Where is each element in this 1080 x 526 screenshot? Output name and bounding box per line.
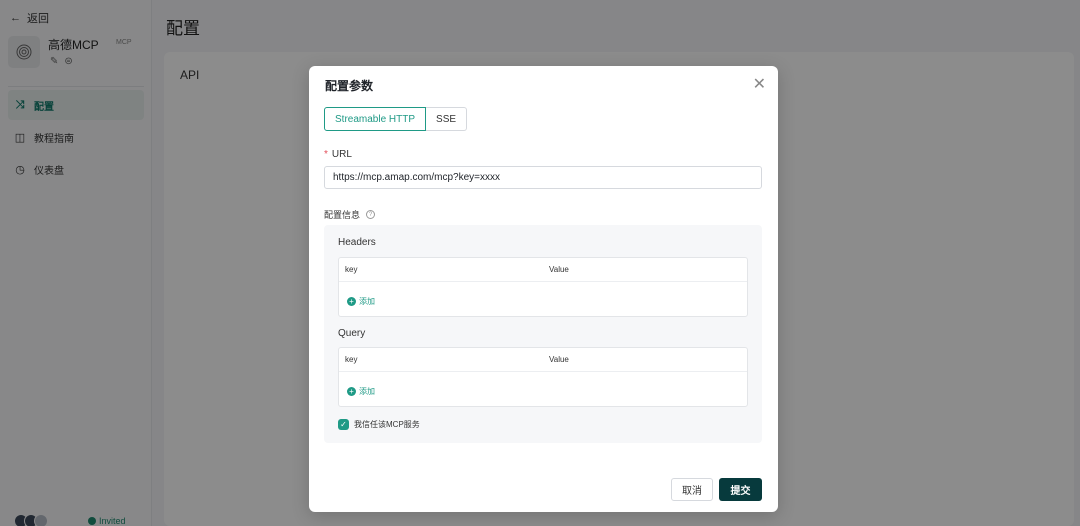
config-info-box: Headers key Value + 添加 Query key Value +… — [324, 225, 762, 443]
add-label: 添加 — [359, 297, 375, 306]
value-column-header: Value — [549, 265, 569, 274]
help-icon[interactable]: ? — [366, 210, 376, 219]
required-asterisk: * — [324, 149, 328, 160]
table-header: key Value — [339, 258, 747, 282]
query-title: Query — [338, 328, 366, 339]
tab-sse[interactable]: SSE — [426, 107, 468, 131]
modal-title: 配置参数 — [325, 79, 374, 93]
trust-label: 我信任该MCP服务 — [354, 420, 420, 429]
plus-icon: + — [347, 387, 356, 396]
tab-streamable-http[interactable]: Streamable HTTP — [324, 107, 427, 131]
config-info-label: 配置信息 ? — [324, 208, 376, 221]
key-column-header: key — [345, 265, 358, 274]
url-label: * URL — [324, 149, 352, 160]
config-modal: 配置参数 ✕ Streamable HTTP SSE * URL https://… — [309, 66, 778, 512]
headers-title: Headers — [338, 237, 376, 248]
key-column-header: key — [345, 355, 358, 364]
transport-tabs: Streamable HTTP SSE — [324, 107, 468, 131]
value-column-header: Value — [549, 355, 569, 364]
url-label-text: URL — [331, 149, 352, 160]
table-header: key Value — [339, 348, 747, 372]
url-input[interactable]: https://mcp.amap.com/mcp?key=xxxx — [324, 166, 762, 189]
add-query-button[interactable]: + 添加 — [347, 386, 375, 397]
add-label: 添加 — [359, 387, 375, 396]
headers-table: key Value + 添加 — [338, 257, 748, 317]
trust-checkbox-row[interactable]: ✓ 我信任该MCP服务 — [338, 419, 420, 430]
cancel-button[interactable]: 取消 — [671, 478, 713, 501]
checkbox-checked-icon[interactable]: ✓ — [338, 419, 349, 430]
close-icon[interactable]: ✕ — [753, 74, 766, 94]
plus-icon: + — [347, 297, 356, 306]
config-info-text: 配置信息 — [324, 210, 361, 220]
submit-button[interactable]: 提交 — [719, 478, 762, 501]
add-header-button[interactable]: + 添加 — [347, 296, 375, 307]
query-table: key Value + 添加 — [338, 347, 748, 407]
